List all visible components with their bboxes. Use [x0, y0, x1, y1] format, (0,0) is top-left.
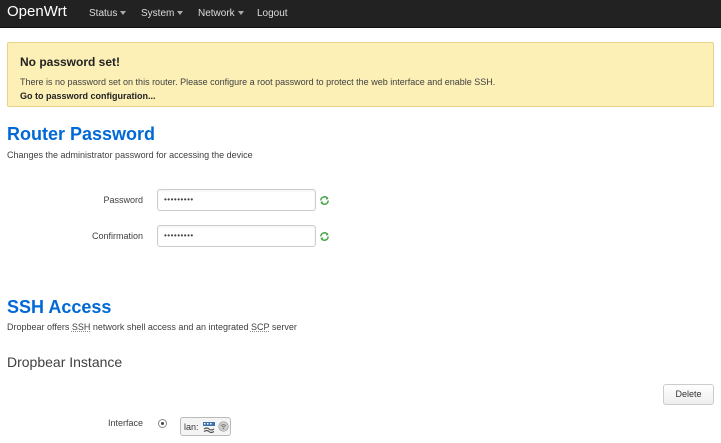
confirmation-value: •••••••••: [164, 231, 194, 240]
reveal-confirmation-icon[interactable]: [319, 231, 330, 242]
brand-logo[interactable]: OpenWrt: [7, 3, 67, 20]
password-value: •••••••••: [164, 195, 194, 204]
confirmation-label: Confirmation: [91, 231, 143, 241]
nav-network-label: Network: [198, 8, 235, 19]
password-label: Password: [103, 195, 143, 205]
scp-abbr: SCP: [250, 322, 270, 332]
nav-system-menu[interactable]: System: [141, 8, 184, 19]
nav-logout-link[interactable]: Logout: [257, 8, 288, 19]
router-password-description: Changes the administrator password for a…: [7, 150, 253, 160]
interface-lan-label: lan:: [184, 422, 199, 432]
confirmation-input[interactable]: •••••••••: [157, 225, 316, 247]
ssh-desc-pre: Dropbear offers: [7, 322, 72, 332]
interface-label: Interface: [107, 418, 143, 428]
top-navbar: OpenWrt Status System Network Logout: [0, 0, 721, 28]
ssh-desc-mid: network shell access and an integrated: [90, 322, 251, 332]
no-password-alert: No password set! There is no password se…: [7, 42, 714, 107]
alert-text: There is no password set on this router.…: [20, 77, 496, 87]
wireless-icon: [218, 421, 229, 432]
nav-network-menu[interactable]: Network: [198, 8, 244, 19]
reveal-password-icon[interactable]: [319, 195, 330, 206]
router-password-heading: Router Password: [7, 124, 156, 144]
chevron-down-icon: [177, 11, 184, 15]
password-config-link[interactable]: Go to password configuration...: [20, 91, 156, 101]
dropbear-instance-heading: Dropbear Instance: [7, 354, 123, 370]
ssh-access-description: Dropbear offers SSH network shell access…: [7, 322, 297, 332]
nav-system-label: System: [141, 8, 175, 19]
interface-radio[interactable]: [158, 419, 167, 428]
ssh-abbr: SSH: [71, 322, 91, 332]
ssh-desc-post: server: [269, 322, 297, 332]
chevron-down-icon: [237, 11, 244, 15]
nav-status-label: Status: [89, 8, 118, 19]
network-icon: [203, 422, 215, 433]
password-input[interactable]: •••••••••: [157, 189, 316, 211]
chevron-down-icon: [120, 11, 127, 15]
delete-button[interactable]: Delete: [663, 384, 714, 405]
ssh-access-heading: SSH Access: [7, 297, 112, 317]
nav-status-menu[interactable]: Status: [89, 8, 127, 19]
alert-title: No password set!: [20, 55, 121, 69]
interface-lan-option[interactable]: lan:: [180, 417, 231, 436]
